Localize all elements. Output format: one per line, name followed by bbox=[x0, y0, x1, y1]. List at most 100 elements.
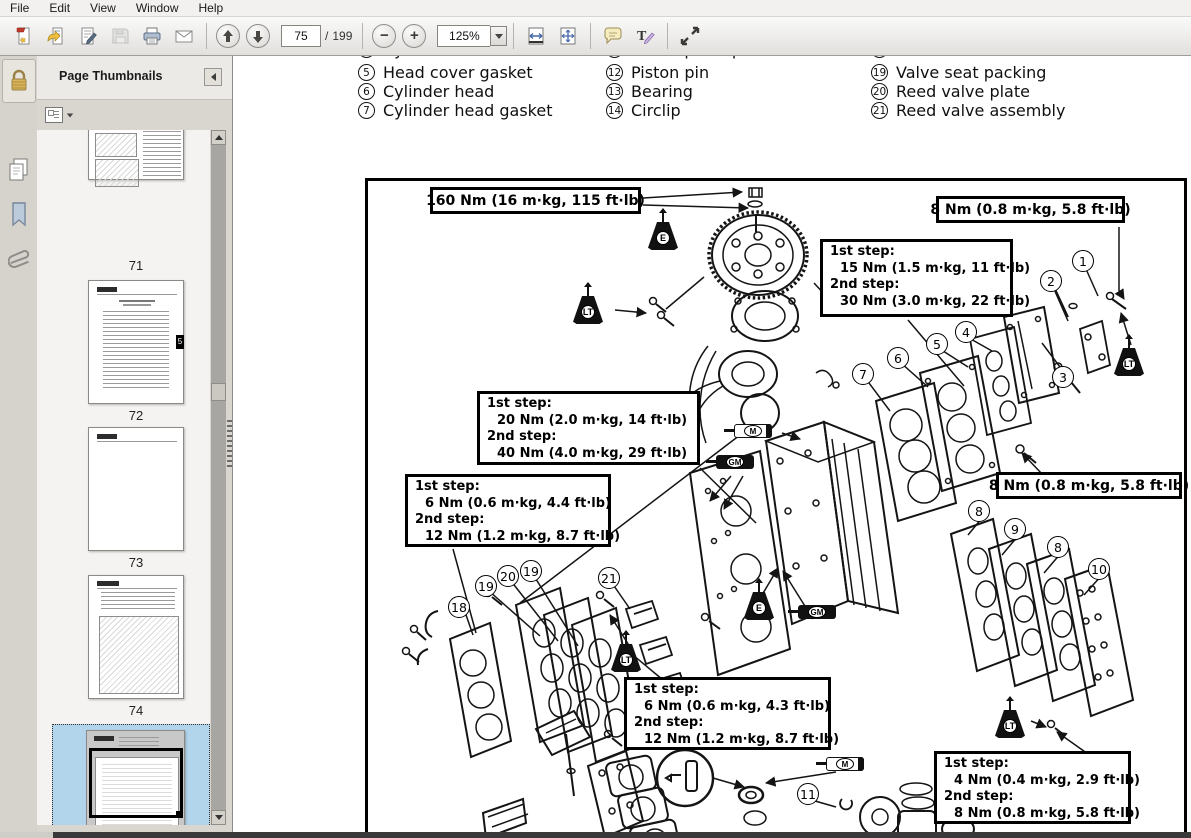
loctite-can-icon: LT bbox=[572, 286, 604, 324]
torque-callout-crankcase: 1st step: 20 Nm (2.0 m·kg, 14 ft·lb) 2nd… bbox=[477, 391, 700, 465]
panel-resize-grip[interactable] bbox=[227, 420, 232, 470]
panel-collapse-button[interactable] bbox=[204, 68, 222, 86]
parts-list-item: 21Reed valve assembly bbox=[871, 101, 1065, 120]
minus-icon: − bbox=[380, 27, 389, 44]
diagonal-arrows-icon bbox=[679, 25, 701, 47]
parts-list-item: 5Head cover gasket bbox=[358, 63, 533, 82]
parts-list-item: 14Circlip bbox=[606, 101, 681, 120]
thumbnail-label: 71 bbox=[88, 258, 184, 273]
triangle-down-icon bbox=[215, 815, 223, 820]
bookmarks-panel-button[interactable] bbox=[0, 201, 37, 229]
torque-callout-top-right: 8 Nm (0.8 m·kg, 5.8 ft·lb) bbox=[936, 196, 1125, 223]
security-panel-button[interactable] bbox=[2, 59, 36, 103]
menu-edit[interactable]: Edit bbox=[39, 0, 80, 16]
bookmark-icon bbox=[9, 201, 29, 229]
part-marker: 1 bbox=[1072, 250, 1094, 272]
thumbnail-page-71[interactable] bbox=[88, 130, 184, 180]
parts-list-item: 19Valve seat packing bbox=[871, 63, 1046, 82]
thumbnail-label: 74 bbox=[88, 703, 184, 718]
save-button[interactable] bbox=[106, 22, 134, 50]
attachments-panel-button[interactable] bbox=[0, 245, 37, 275]
torque-callout-intake: 1st step: 6 Nm (0.6 m·kg, 4.4 ft·lb) 2nd… bbox=[405, 474, 611, 547]
page-thumbnails-panel-button[interactable] bbox=[0, 157, 37, 183]
fullscreen-button[interactable] bbox=[676, 22, 704, 50]
taskbar-edge bbox=[53, 832, 1191, 838]
thumbnail-page-74[interactable] bbox=[88, 575, 184, 699]
menu-file[interactable]: File bbox=[0, 0, 39, 16]
menu-help[interactable]: Help bbox=[189, 0, 234, 16]
triangle-up-icon bbox=[215, 135, 223, 140]
scroll-up-button[interactable] bbox=[211, 130, 226, 145]
create-pdf-icon bbox=[13, 25, 35, 47]
molybdenum-grease-tube-icon: M bbox=[816, 756, 864, 772]
part-marker: 20 bbox=[497, 565, 519, 587]
page-view-indicator[interactable] bbox=[89, 748, 183, 818]
part-marker: 7 bbox=[852, 363, 874, 385]
parts-list-item: 12Piston pin bbox=[606, 63, 709, 82]
pdf-viewer-window: File Edit View Window Help bbox=[0, 0, 1191, 838]
part-marker: 19 bbox=[475, 575, 497, 597]
page-number-input[interactable]: 75 bbox=[281, 25, 321, 47]
thumbnail-page-73[interactable] bbox=[88, 427, 184, 551]
zoom-out-button[interactable]: − bbox=[372, 24, 396, 48]
thumbnail-scrollbar[interactable] bbox=[211, 130, 226, 825]
previous-page-button[interactable] bbox=[216, 24, 240, 48]
thumbnail-page-72[interactable]: 5 bbox=[88, 280, 184, 404]
torque-callout-bottom-center: 1st step: 6 Nm (0.6 m·kg, 4.3 ft·lb) 2nd… bbox=[624, 677, 831, 750]
chevron-down-icon bbox=[495, 34, 503, 39]
page-count: /199 bbox=[325, 29, 352, 43]
zoom-level-input[interactable]: 125% bbox=[437, 25, 490, 47]
create-pdf-button[interactable] bbox=[10, 22, 38, 50]
loctite-can-icon: LT bbox=[610, 634, 642, 672]
part-marker: 10 bbox=[1088, 558, 1110, 580]
part-marker: 9 bbox=[1004, 518, 1026, 540]
thumbnail-options-button[interactable] bbox=[45, 105, 75, 125]
comment-button[interactable] bbox=[599, 22, 627, 50]
part-marker: 8 bbox=[968, 500, 990, 522]
thumbnail-label: 72 bbox=[88, 408, 184, 423]
part-marker: 6 bbox=[887, 347, 909, 369]
thumbnail-page-75[interactable] bbox=[86, 730, 185, 825]
part-marker: 8 bbox=[1047, 536, 1069, 558]
loctite-can-icon: LT bbox=[994, 700, 1026, 738]
scroll-down-button[interactable] bbox=[211, 810, 226, 825]
toolbar: 75 /199 − + 125% bbox=[0, 17, 1191, 56]
view-indicator-handle[interactable] bbox=[176, 811, 183, 818]
thumbnails-panel: Page Thumbnails 71 5 7 bbox=[37, 55, 233, 838]
lock-icon bbox=[9, 69, 29, 93]
gasket-maker-tube-icon: GM bbox=[788, 604, 836, 620]
scrollbar-thumb[interactable] bbox=[211, 383, 226, 401]
part-marker: 11 bbox=[797, 783, 819, 805]
parts-list-item: 6Cylinder head bbox=[358, 82, 494, 101]
fit-page-icon bbox=[557, 25, 579, 47]
sign-edit-button[interactable] bbox=[74, 22, 102, 50]
email-button[interactable] bbox=[170, 22, 198, 50]
part-marker: 19 bbox=[520, 560, 542, 582]
part-marker: 5 bbox=[926, 333, 948, 355]
torque-callout-flywheel: 160 Nm (16 m·kg, 115 ft·lb) bbox=[430, 187, 641, 214]
next-page-button[interactable] bbox=[246, 24, 270, 48]
gasket-maker-tube-icon: GM bbox=[706, 454, 754, 470]
engine-oil-can-icon: E bbox=[647, 212, 679, 250]
print-button[interactable] bbox=[138, 22, 166, 50]
navigation-rail bbox=[0, 55, 38, 838]
fit-width-icon bbox=[525, 25, 547, 47]
zoom-dropdown-button[interactable] bbox=[490, 26, 507, 46]
molybdenum-grease-tube-icon: M bbox=[724, 423, 772, 439]
pages-icon bbox=[7, 157, 31, 183]
fit-width-button[interactable] bbox=[522, 22, 550, 50]
options-list-icon bbox=[45, 107, 63, 123]
menu-window[interactable]: Window bbox=[126, 0, 189, 16]
text-markup-button[interactable]: T bbox=[631, 22, 659, 50]
parts-list-item: 7Cylinder head gasket bbox=[358, 101, 552, 120]
edit-pencil-icon bbox=[77, 25, 99, 47]
part-marker: 3 bbox=[1052, 366, 1074, 388]
panel-title: Page Thumbnails bbox=[59, 69, 163, 83]
zoom-in-button[interactable]: + bbox=[402, 24, 426, 48]
torque-callout-right: 8 Nm (0.8 m·kg, 5.8 ft·lb) bbox=[996, 472, 1182, 499]
menu-view[interactable]: View bbox=[80, 0, 126, 16]
loctite-can-icon: LT bbox=[1113, 338, 1145, 376]
fit-page-button[interactable] bbox=[554, 22, 582, 50]
part-marker: 21 bbox=[598, 567, 620, 589]
export-button[interactable] bbox=[42, 22, 70, 50]
